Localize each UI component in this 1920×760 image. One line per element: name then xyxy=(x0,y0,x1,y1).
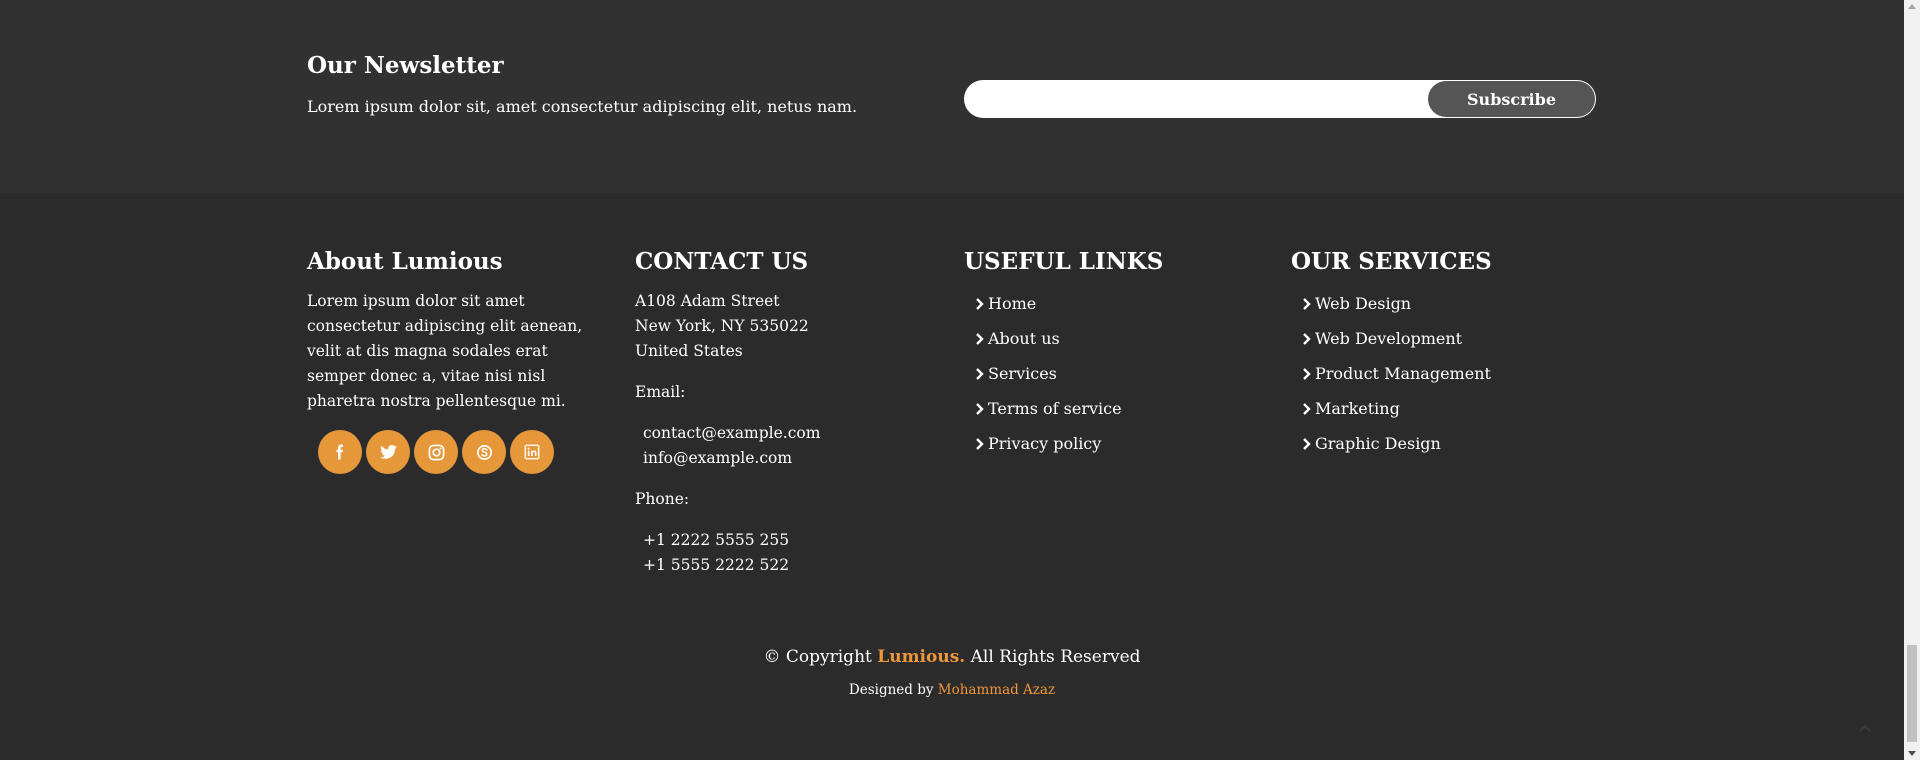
chevron-right-icon xyxy=(976,438,984,450)
newsletter-form: Subscribe xyxy=(964,80,1596,118)
email-value: info@example.com xyxy=(643,449,793,467)
instagram-icon[interactable] xyxy=(414,430,458,474)
service-item: Marketing xyxy=(1301,399,1591,434)
newsletter-section: Our Newsletter Lorem ipsum dolor sit, am… xyxy=(0,0,1904,193)
link-services[interactable]: Services xyxy=(988,364,1057,383)
email-value: contact@example.com xyxy=(643,424,821,442)
copyright-suffix: All Rights Reserved xyxy=(965,647,1141,667)
chevron-right-icon xyxy=(976,403,984,415)
subscribe-button[interactable]: Subscribe xyxy=(1428,81,1595,117)
about-column: About Lumious Lorem ipsum dolor sit amet… xyxy=(307,248,607,474)
email-list: contact@example.com info@example.com xyxy=(643,421,935,471)
chevron-right-icon xyxy=(1303,333,1311,345)
useful-link-item: Home xyxy=(974,294,1264,329)
designed-by: Designed by Mohammad Azaz xyxy=(0,682,1904,698)
contact-address: A108 Adam Street New York, NY 535022 Uni… xyxy=(635,289,935,364)
service-graphic-design[interactable]: Graphic Design xyxy=(1315,434,1441,453)
chevron-up-icon xyxy=(1859,724,1871,732)
phone-value: +1 5555 2222 522 xyxy=(643,556,790,574)
about-text: Lorem ipsum dolor sit amet consectetur a… xyxy=(307,292,583,410)
designer-link[interactable]: Mohammad Azaz xyxy=(938,682,1055,698)
link-privacy-policy[interactable]: Privacy policy xyxy=(988,434,1101,453)
chevron-right-icon xyxy=(976,298,984,310)
services-list: Web Design Web Development Product Manag… xyxy=(1301,294,1591,469)
useful-link-item: Terms of service xyxy=(974,399,1264,434)
contact-title: CONTACT US xyxy=(635,248,809,275)
service-item: Web Design xyxy=(1301,294,1591,329)
newsletter-title: Our Newsletter xyxy=(307,52,504,79)
link-about-us[interactable]: About us xyxy=(988,329,1060,348)
services-title: OUR SERVICES xyxy=(1291,248,1492,275)
chevron-right-icon xyxy=(1303,438,1311,450)
chevron-right-icon xyxy=(1303,403,1311,415)
copyright-brand: Lumious. xyxy=(877,647,966,667)
chevron-right-icon xyxy=(1303,368,1311,380)
service-item: Product Management xyxy=(1301,364,1591,399)
chevron-right-icon xyxy=(1303,298,1311,310)
skype-icon[interactable] xyxy=(462,430,506,474)
useful-link-item: Privacy policy xyxy=(974,434,1264,469)
facebook-icon[interactable] xyxy=(318,430,362,474)
useful-link-item: About us xyxy=(974,329,1264,364)
service-web-development[interactable]: Web Development xyxy=(1315,329,1462,348)
service-product-management[interactable]: Product Management xyxy=(1315,364,1491,383)
phone-list: +1 2222 5555 255 +1 5555 2222 522 xyxy=(643,528,935,578)
scrollbar-thumb[interactable] xyxy=(1907,645,1917,742)
link-terms-of-service[interactable]: Terms of service xyxy=(988,399,1122,418)
email-label: Email: xyxy=(635,383,686,401)
chevron-right-icon xyxy=(976,333,984,345)
designed-by-prefix: Designed by xyxy=(848,682,938,698)
service-marketing[interactable]: Marketing xyxy=(1315,399,1400,418)
service-item: Graphic Design xyxy=(1301,434,1591,469)
copyright-prefix: © Copyright xyxy=(763,647,878,667)
newsletter-text: Lorem ipsum dolor sit, amet consectetur … xyxy=(307,97,858,116)
page-scrollbar[interactable] xyxy=(1904,0,1920,760)
scroll-up-arrow-icon[interactable] xyxy=(1908,3,1916,9)
about-title: About Lumious xyxy=(307,248,503,275)
twitter-icon[interactable] xyxy=(366,430,410,474)
useful-links-list: Home About us Services Terms of service … xyxy=(974,294,1264,469)
social-links xyxy=(318,430,607,474)
contact-column: CONTACT US A108 Adam Street New York, NY… xyxy=(635,248,935,578)
chevron-right-icon xyxy=(976,368,984,380)
newsletter-email-input[interactable] xyxy=(964,80,1424,118)
service-web-design[interactable]: Web Design xyxy=(1315,294,1411,313)
scroll-down-arrow-icon[interactable] xyxy=(1908,751,1916,757)
useful-link-item: Services xyxy=(974,364,1264,399)
back-to-top-button[interactable] xyxy=(1858,718,1872,737)
address-line: A108 Adam Street xyxy=(635,292,780,310)
useful-links-column: USEFUL LINKS Home About us Services Term… xyxy=(964,248,1264,469)
useful-links-title: USEFUL LINKS xyxy=(964,248,1164,275)
copyright: © Copyright Lumious. All Rights Reserved xyxy=(0,647,1904,667)
address-line: New York, NY 535022 xyxy=(635,317,809,335)
service-item: Web Development xyxy=(1301,329,1591,364)
phone-label: Phone: xyxy=(635,490,690,508)
link-home[interactable]: Home xyxy=(988,294,1036,313)
services-column: OUR SERVICES Web Design Web Development … xyxy=(1291,248,1591,469)
phone-value: +1 2222 5555 255 xyxy=(643,531,790,549)
linkedin-icon[interactable] xyxy=(510,430,554,474)
address-line: United States xyxy=(635,342,743,360)
